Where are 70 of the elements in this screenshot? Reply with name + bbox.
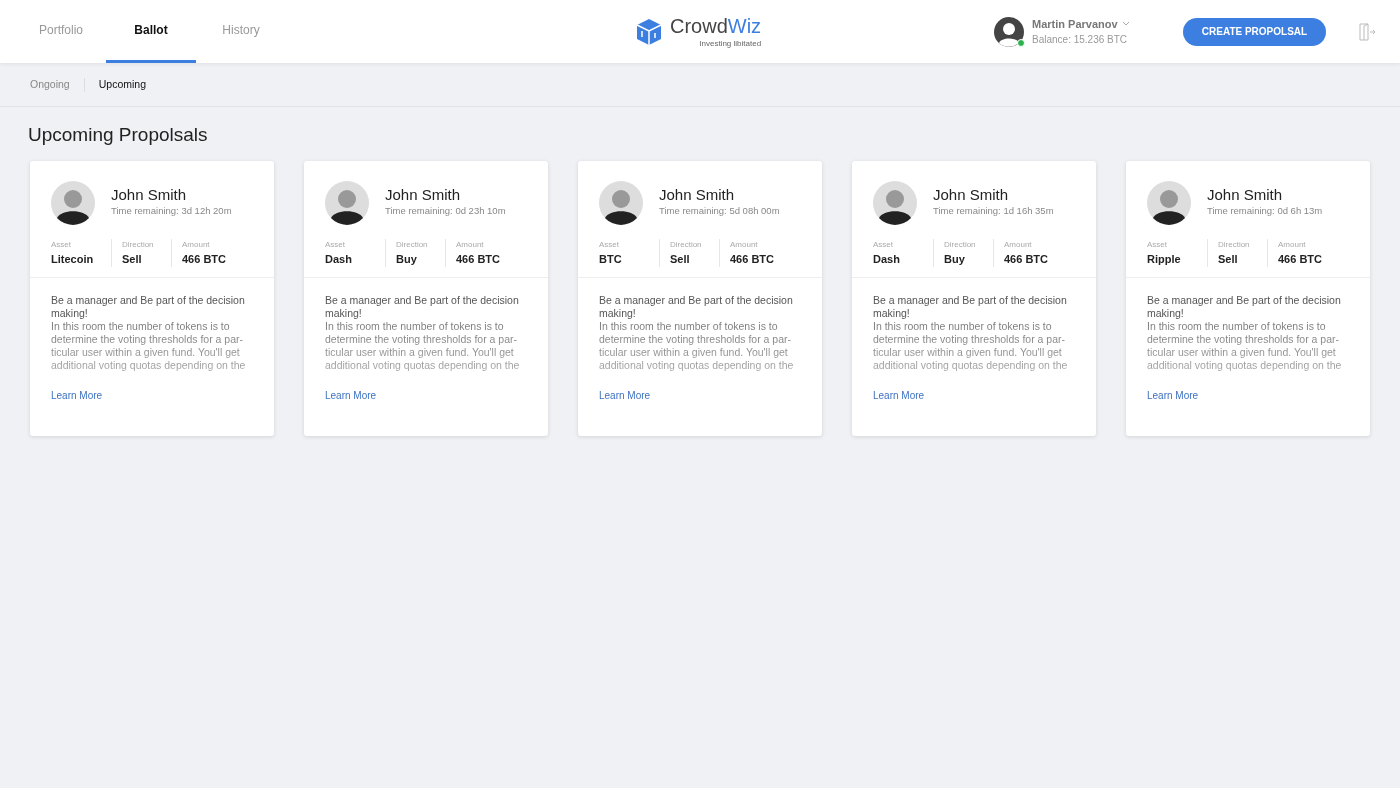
logo-tagline: Investing libitated bbox=[699, 39, 762, 48]
time-remaining: Time remaining: 5d 08h 00m bbox=[659, 203, 780, 218]
proposer-name: John Smith bbox=[659, 187, 736, 204]
field-label: Asset bbox=[325, 238, 346, 251]
avatar bbox=[1147, 180, 1191, 225]
field-label: Asset bbox=[51, 238, 72, 251]
field-value: 466 BTC bbox=[456, 251, 501, 267]
learn-more-link[interactable]: Learn More bbox=[599, 388, 651, 404]
user-name[interactable]: Martin Parvanov bbox=[1032, 15, 1118, 33]
field-label: Amount bbox=[1004, 238, 1033, 251]
field-label: Direction bbox=[122, 238, 155, 251]
sub-tab[interactable]: Ongoing bbox=[16, 76, 84, 93]
field-label: Asset bbox=[599, 238, 620, 251]
create-proposal-button[interactable]: CREATE PROPOLSAL bbox=[1183, 17, 1326, 46]
field-label: Direction bbox=[1218, 238, 1251, 251]
proposer-name: John Smith bbox=[111, 187, 188, 204]
time-remaining: Time remaining: 1d 16h 35m bbox=[933, 203, 1054, 218]
field-label: Amount bbox=[456, 238, 485, 251]
user-avatar-icon bbox=[994, 16, 1024, 47]
field-label: Amount bbox=[1278, 238, 1307, 251]
field-value: Sell bbox=[1218, 251, 1239, 267]
avatar bbox=[51, 180, 95, 225]
nav-tab[interactable]: History bbox=[196, 0, 286, 63]
time-remaining: Time remaining: 0d 6h 13m bbox=[1207, 203, 1323, 218]
field-label: Asset bbox=[1147, 238, 1168, 251]
field-value: Sell bbox=[122, 251, 143, 267]
field-value: Dash bbox=[325, 251, 353, 267]
field-value: Ripple bbox=[1147, 251, 1182, 267]
description-lead: Be a manager and Be part of the decision making! bbox=[873, 294, 1068, 321]
proposer-name: John Smith bbox=[1207, 187, 1284, 204]
time-remaining: Time remaining: 3d 12h 20m bbox=[111, 203, 232, 218]
field-label: Amount bbox=[182, 238, 211, 251]
field-value: Litecoin bbox=[51, 251, 95, 267]
logo-wordmark: CrowdWiz bbox=[670, 15, 762, 39]
learn-more-link[interactable]: Learn More bbox=[1147, 388, 1199, 404]
learn-more-link[interactable]: Learn More bbox=[51, 388, 103, 404]
field-value: Sell bbox=[670, 251, 691, 267]
field-value: Dash bbox=[873, 251, 901, 267]
page-heading: Upcoming Propolsals bbox=[27, 123, 209, 147]
field-value: BTC bbox=[599, 251, 623, 267]
field-value: Buy bbox=[944, 251, 966, 267]
description-lead: Be a manager and Be part of the decision making! bbox=[51, 294, 246, 321]
description-lead: Be a manager and Be part of the decision making! bbox=[325, 294, 520, 321]
learn-more-link[interactable]: Learn More bbox=[325, 388, 377, 404]
field-label: Direction bbox=[396, 238, 429, 251]
field-value: 466 BTC bbox=[730, 251, 775, 267]
description-lead: Be a manager and Be part of the decision making! bbox=[599, 294, 794, 321]
sub-tab[interactable]: Upcoming bbox=[84, 76, 160, 93]
field-label: Direction bbox=[670, 238, 703, 251]
user-balance: Balance: 15.236 BTC bbox=[1032, 33, 1129, 48]
field-label: Direction bbox=[944, 238, 977, 251]
proposer-name: John Smith bbox=[385, 187, 462, 204]
logout-icon[interactable] bbox=[1358, 22, 1376, 41]
avatar bbox=[325, 180, 369, 225]
avatar bbox=[873, 180, 917, 225]
nav-tab[interactable]: Portfolio bbox=[16, 0, 106, 63]
description-lead: Be a manager and Be part of the decision making! bbox=[1147, 294, 1342, 321]
proposer-name: John Smith bbox=[933, 187, 1010, 204]
field-label: Asset bbox=[873, 238, 894, 251]
field-value: Buy bbox=[396, 251, 418, 267]
field-value: 466 BTC bbox=[1278, 251, 1323, 267]
chevron-down-icon[interactable] bbox=[1121, 21, 1130, 27]
field-value: 466 BTC bbox=[182, 251, 227, 267]
time-remaining: Time remaining: 0d 23h 10m bbox=[385, 203, 506, 218]
nav-tab[interactable]: Ballot bbox=[106, 0, 196, 63]
learn-more-link[interactable]: Learn More bbox=[873, 388, 925, 404]
logo-icon bbox=[636, 17, 662, 46]
avatar bbox=[599, 180, 643, 225]
field-value: 466 BTC bbox=[1004, 251, 1049, 267]
field-label: Amount bbox=[730, 238, 759, 251]
